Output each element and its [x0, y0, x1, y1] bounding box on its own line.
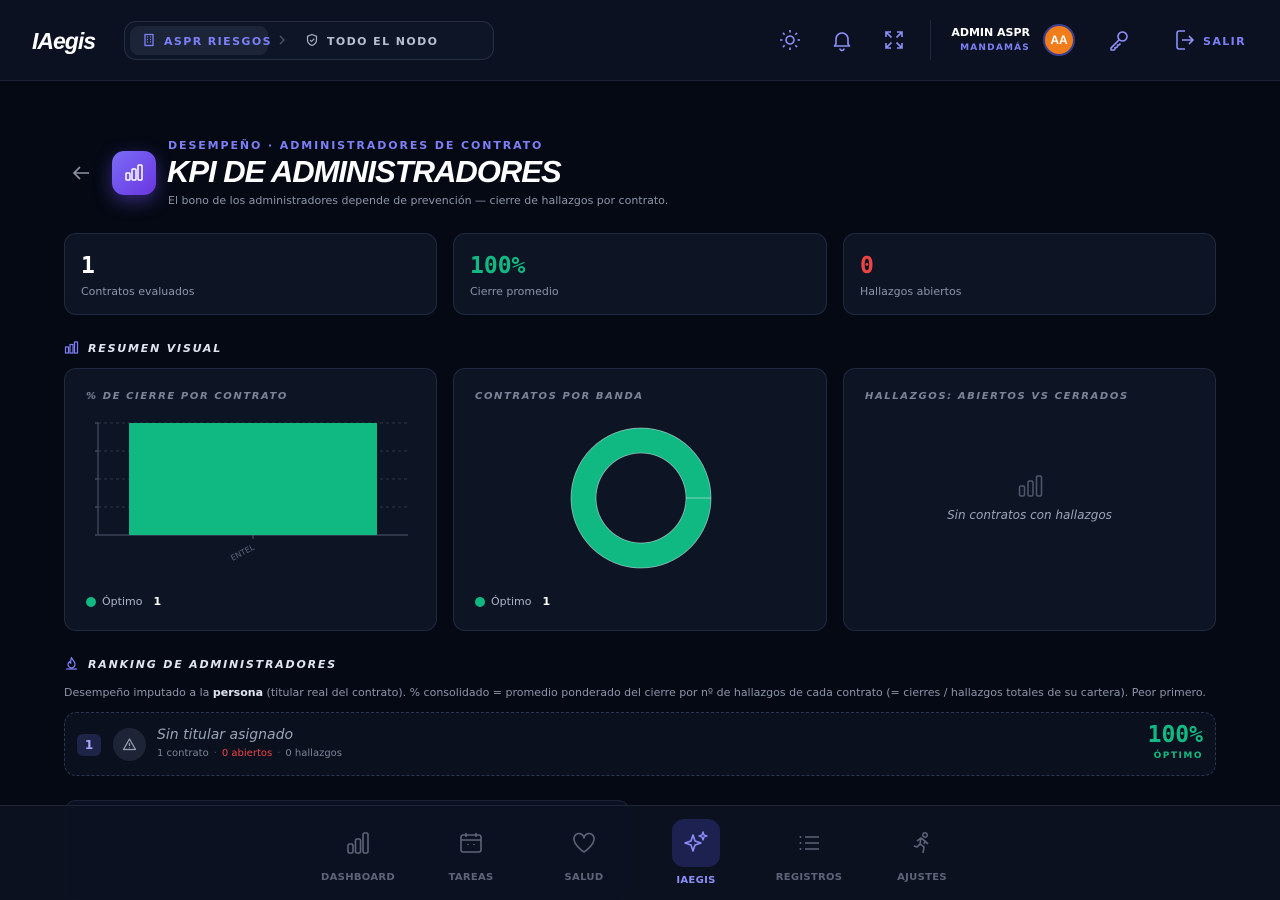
open-count: 0 abiertos [221, 748, 273, 759]
closure-bar-chart: ENTEL [95, 422, 408, 563]
logout-icon[interactable] [1172, 28, 1196, 52]
nav-label: REGISTROS [775, 872, 843, 883]
divider [930, 20, 931, 60]
empty-chart-icon [1018, 475, 1043, 497]
page-title: KPI DE ADMINISTRADORES [167, 154, 562, 189]
ranking-desc-bold: persona [212, 686, 264, 699]
user-name: ADMIN ASPR [951, 26, 1030, 39]
nav-tareas[interactable]: TAREAS [416, 806, 526, 900]
bell-icon[interactable] [830, 28, 854, 52]
nav-salud[interactable]: SALUD [529, 806, 639, 900]
chart-legend: Óptimo 1 [475, 595, 550, 608]
stat-label: Cierre promedio [470, 285, 559, 298]
bar-chart-icon [125, 164, 143, 181]
section-title-visual: RESUMEN VISUAL [88, 342, 223, 355]
stat-card-closure: 100% Cierre promedio [453, 233, 827, 315]
page-eyebrow: DESEMPEÑO · ADMINISTRADORES DE CONTRATO [168, 139, 544, 152]
building-icon [144, 33, 154, 47]
nav-icon-wrap [560, 819, 608, 867]
ranking-row[interactable]: 1 Sin titular asignado 1 contrato · 0 abie… [64, 712, 1216, 776]
breadcrumb: ASPR RIESGOS TODO EL NODO [124, 21, 494, 60]
findings-count: 0 hallazgos [285, 748, 343, 759]
ranking-desc-text: Desempeño imputado a la [64, 686, 213, 699]
chart-legend: Óptimo 1 [86, 595, 161, 608]
nav-icon-wrap [898, 819, 946, 867]
bar [129, 423, 377, 535]
legend-dot [86, 596, 96, 607]
shield-icon [306, 33, 318, 47]
user-role: MANDAMÁS [960, 43, 1030, 53]
ranking-desc-text: (titular real del contrato). % consolida… [263, 686, 1206, 699]
ranking-description: Desempeño imputado a la persona (titular… [64, 686, 1206, 699]
admin-name: Sin titular asignado [157, 727, 294, 743]
nav-label: DASHBOARD [321, 872, 395, 883]
nav-iaegis[interactable]: IAEGIS [641, 806, 751, 900]
runner-icon [913, 831, 929, 854]
calendar-icon [460, 833, 482, 853]
fire-icon [66, 656, 77, 670]
section-title-ranking: RANKING DE ADMINISTRADORES [88, 658, 337, 671]
stat-card-open-findings: 0 Hallazgos abiertos [843, 233, 1216, 315]
nav-icon-wrap [672, 819, 720, 867]
chart-card-closure: % DE CIERRE POR CONTRATO ENTEL Óptimo 1 [64, 368, 437, 631]
nav-label: AJUSTES [897, 872, 947, 883]
kpi-header-icon [112, 151, 156, 195]
stat-label: Contratos evaluados [81, 285, 195, 298]
logout-button[interactable]: SALIR [1203, 35, 1246, 48]
nav-registros[interactable]: REGISTROS [754, 806, 864, 900]
page-subtitle: El bono de los administradores depende d… [168, 194, 669, 207]
sun-icon[interactable] [778, 28, 802, 52]
x-tick-label: ENTEL [229, 543, 256, 563]
warning-icon [122, 738, 137, 751]
bands-donut-chart [570, 427, 712, 569]
expand-icon[interactable] [882, 28, 906, 52]
list-icon [799, 836, 819, 850]
warning-icon-wrap [113, 728, 146, 761]
legend-label: Óptimo [102, 595, 143, 608]
bottom-nav: DASHBOARD TAREAS SALUD IAEGIS REGISTROS … [0, 805, 1280, 900]
nav-icon-wrap [447, 819, 495, 867]
legend-dot [475, 596, 485, 607]
stat-value: 0 [860, 253, 874, 279]
empty-state-text: Sin contratos con hallazgos [947, 508, 1112, 522]
stat-card-contracts: 1 Contratos evaluados [64, 233, 437, 315]
avatar[interactable]: AA [1043, 24, 1075, 56]
contract-count: 1 contrato [157, 748, 209, 759]
app-logo[interactable]: IAegis [32, 28, 96, 55]
heart-icon [573, 832, 595, 853]
nav-dashboard[interactable]: DASHBOARD [303, 806, 413, 900]
nav-label: IAEGIS [676, 875, 716, 886]
stat-label: Hallazgos abiertos [860, 285, 962, 298]
admin-meta: 1 contrato · 0 abiertos · 0 hallazgos [157, 748, 343, 759]
key-icon[interactable] [1107, 28, 1131, 52]
nav-label: TAREAS [448, 872, 494, 883]
donut-slice [571, 428, 711, 568]
nav-ajustes[interactable]: AJUSTES [867, 806, 977, 900]
legend-count: 1 [542, 595, 551, 608]
nav-icon-wrap [785, 819, 833, 867]
nav-label: SALUD [564, 872, 604, 883]
breadcrumb-item-aspr[interactable]: ASPR RIESGOS [164, 35, 272, 48]
chart-card-findings: HALLAZGOS: ABIERTOS VS CERRADOS Sin cont… [843, 368, 1216, 631]
legend-label: Óptimo [491, 595, 532, 608]
top-bar: IAegis ASPR RIESGOS TODO EL NODO ADMIN A… [0, 0, 1280, 81]
admin-band: ÓPTIMO [1153, 751, 1203, 761]
chart-title: HALLAZGOS: ABIERTOS VS CERRADOS [865, 391, 1129, 402]
legend-count: 1 [153, 595, 162, 608]
chart-icon [347, 832, 369, 854]
sparkles-icon [684, 831, 708, 852]
back-arrow-icon[interactable] [70, 162, 92, 184]
chevron-right-icon [279, 35, 285, 45]
donut-inner-outline [595, 452, 687, 544]
admin-percentage: 100% [1147, 722, 1203, 748]
nav-icon-wrap [334, 819, 382, 867]
bar-chart-icon [64, 341, 79, 354]
rank-number: 1 [77, 734, 101, 756]
chart-card-bands: CONTRATOS POR BANDA Óptimo 1 [453, 368, 827, 631]
breadcrumb-item-nodo[interactable]: TODO EL NODO [327, 35, 438, 48]
stat-value: 100% [470, 253, 526, 279]
stat-value: 1 [81, 253, 95, 279]
